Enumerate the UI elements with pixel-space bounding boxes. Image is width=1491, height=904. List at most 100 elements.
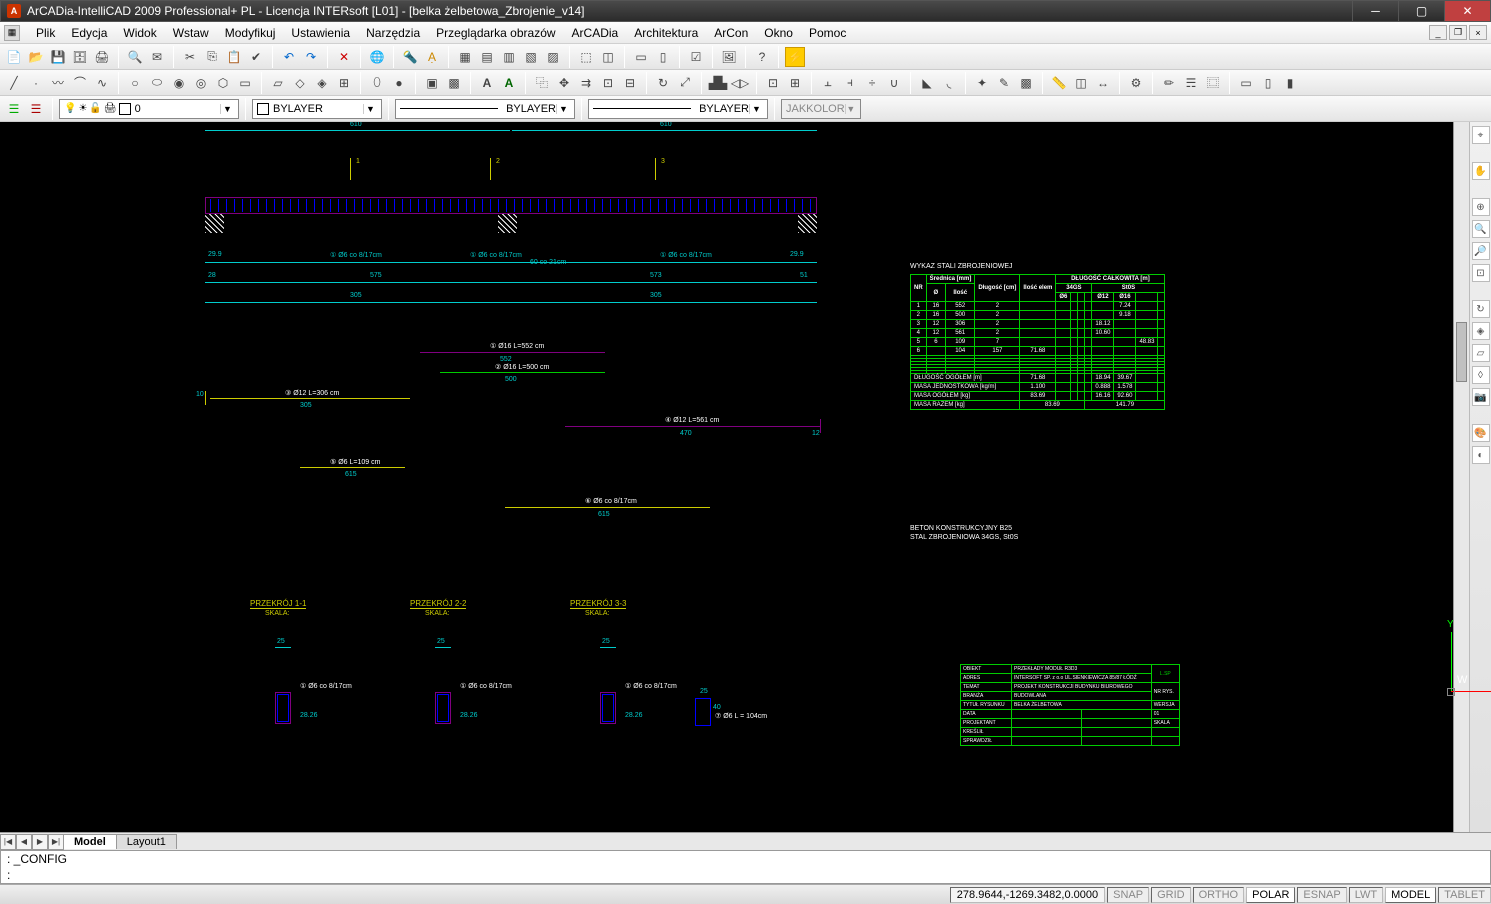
misc1-icon[interactable]: ⚙ xyxy=(1126,73,1146,93)
layer-mgr-icon[interactable]: ☰ xyxy=(4,99,24,119)
tab-first[interactable]: |◀ xyxy=(0,834,16,850)
dropdown-arrow-icon[interactable]: ▼ xyxy=(749,104,763,114)
match-icon[interactable]: ✔ xyxy=(246,47,266,67)
grid2-icon[interactable]: ▤ xyxy=(477,47,497,67)
dist-icon[interactable]: ↔ xyxy=(1093,73,1113,93)
tab-model[interactable]: Model xyxy=(63,834,117,849)
tab-layout1[interactable]: Layout1 xyxy=(116,834,177,849)
view1-icon[interactable]: ⬚ xyxy=(576,47,596,67)
find-icon[interactable]: 🔦 xyxy=(400,47,420,67)
toggle-snap[interactable]: SNAP xyxy=(1107,887,1149,903)
explode-icon[interactable]: ✦ xyxy=(972,73,992,93)
cmd-input[interactable]: : xyxy=(1,867,1490,883)
layer-l-icon[interactable]: ▮ xyxy=(1280,73,1300,93)
copy-icon[interactable]: ⎘ xyxy=(202,47,222,67)
extend-icon[interactable]: ⫞ xyxy=(840,73,860,93)
menu-edycja[interactable]: Edycja xyxy=(63,24,115,42)
mtext-icon[interactable]: A xyxy=(499,73,519,93)
menu-widok[interactable]: Widok xyxy=(115,24,164,42)
mirror2-icon[interactable]: ◁▷ xyxy=(730,73,750,93)
system-menu-icon[interactable]: ▦ xyxy=(4,25,20,41)
menu-ustawienia[interactable]: Ustawienia xyxy=(283,24,358,42)
menu-pomoc[interactable]: Pomoc xyxy=(801,24,854,42)
point-icon[interactable]: · xyxy=(26,73,46,93)
preview-icon[interactable]: 🔍 xyxy=(125,47,145,67)
linetype-selector[interactable]: BYLAYER ▼ xyxy=(395,99,575,119)
donut-icon[interactable]: ◉ xyxy=(169,73,189,93)
saveall-icon[interactable]: 🗄 xyxy=(70,47,90,67)
trim-icon[interactable]: ⫠ xyxy=(818,73,838,93)
undo-icon[interactable]: ↶ xyxy=(279,47,299,67)
new-icon[interactable]: 📄 xyxy=(4,47,24,67)
props-icon[interactable]: ☴ xyxy=(1181,73,1201,93)
tab-last[interactable]: ▶| xyxy=(48,834,64,850)
pen-icon[interactable]: ✏ xyxy=(1159,73,1179,93)
cut-icon[interactable]: ✂ xyxy=(180,47,200,67)
check-icon[interactable]: ☑ xyxy=(686,47,706,67)
world-icon[interactable]: 🌐 xyxy=(367,47,387,67)
join-icon[interactable]: ∪ xyxy=(884,73,904,93)
menu-arcon[interactable]: ArCon xyxy=(706,24,756,42)
layer-f-icon[interactable]: ▯ xyxy=(1258,73,1278,93)
grid-icon[interactable]: ▦ xyxy=(455,47,475,67)
tab-next[interactable]: ▶ xyxy=(32,834,48,850)
menu-architektura[interactable]: Architektura xyxy=(626,24,706,42)
move-icon[interactable]: ✥ xyxy=(554,73,574,93)
dropdown-arrow-icon[interactable]: ▼ xyxy=(363,104,377,114)
planview-icon[interactable]: ▱ xyxy=(1472,344,1490,362)
toggle-lwt[interactable]: LWT xyxy=(1349,887,1383,903)
grid4-icon[interactable]: ▧ xyxy=(521,47,541,67)
toggle-polar[interactable]: POLAR xyxy=(1246,887,1295,903)
view2-icon[interactable]: ◫ xyxy=(598,47,618,67)
toggle-model[interactable]: MODEL xyxy=(1385,887,1436,903)
color-selector[interactable]: BYLAYER ▼ xyxy=(252,99,382,119)
zoom-ext-icon[interactable]: ⊕ xyxy=(1472,198,1490,216)
offset-icon[interactable]: ⇉ xyxy=(576,73,596,93)
toggle-esnap[interactable]: ESNAP xyxy=(1297,887,1346,903)
toggle-grid[interactable]: GRID xyxy=(1151,887,1191,903)
snap1-icon[interactable]: ⊡ xyxy=(763,73,783,93)
spline-icon[interactable]: ∿ xyxy=(92,73,112,93)
pan-icon[interactable]: ✋ xyxy=(1472,162,1490,180)
menu-plik[interactable]: Plik xyxy=(28,24,63,42)
layer-t-icon[interactable]: ▭ xyxy=(1236,73,1256,93)
layer-selector[interactable]: 💡 ☀ 🔓 🖨 0 ▼ xyxy=(59,99,239,119)
window2-icon[interactable]: ▯ xyxy=(653,47,673,67)
3dview-icon[interactable]: ◈ xyxy=(1472,322,1490,340)
mail-icon[interactable]: ✉ xyxy=(147,47,167,67)
menu-modyfikuj[interactable]: Modyfikuj xyxy=(217,24,284,42)
open-icon[interactable]: 📂 xyxy=(26,47,46,67)
dropdown-arrow-icon[interactable]: ▼ xyxy=(220,104,234,114)
block-icon[interactable]: ▣ xyxy=(422,73,442,93)
zoom-win-icon[interactable]: 🔍 xyxy=(1472,220,1490,238)
line-icon[interactable]: ╱ xyxy=(4,73,24,93)
ring-icon[interactable]: ◎ xyxy=(191,73,211,93)
grid5-icon[interactable]: ▨ xyxy=(543,47,563,67)
tab-prev[interactable]: ◀ xyxy=(16,834,32,850)
zoom-prev-icon[interactable]: 🔎 xyxy=(1472,242,1490,260)
selsim-icon[interactable]: ⿴ xyxy=(1203,73,1223,93)
help-icon[interactable]: ? xyxy=(752,47,772,67)
dropdown-arrow-icon[interactable]: ▼ xyxy=(556,104,570,114)
zoom-all-icon[interactable]: ⊡ xyxy=(1472,264,1490,282)
rotate-icon[interactable]: ↻ xyxy=(653,73,673,93)
text-icon[interactable]: A xyxy=(477,73,497,93)
array-icon[interactable]: ⊡ xyxy=(598,73,618,93)
menu-przegladarka[interactable]: Przeglądarka obrazów xyxy=(428,24,563,42)
paste-icon[interactable]: 📋 xyxy=(224,47,244,67)
menu-arcadia[interactable]: ArCADia xyxy=(564,24,627,42)
copy-obj-icon[interactable]: ⿻ xyxy=(532,73,552,93)
isoview-icon[interactable]: ◊ xyxy=(1472,366,1490,384)
fillet-icon[interactable]: ◟ xyxy=(939,73,959,93)
scrollbar[interactable] xyxy=(1453,122,1469,832)
pline-icon[interactable]: 〰 xyxy=(48,73,68,93)
layer-prev-icon[interactable]: ☰ xyxy=(26,99,46,119)
arcadia-icon[interactable]: ⚡ xyxy=(785,47,805,67)
image-icon[interactable]: 🖼 xyxy=(719,47,739,67)
render-icon[interactable]: 🎨 xyxy=(1472,424,1490,442)
area-icon[interactable]: ◫ xyxy=(1071,73,1091,93)
command-line[interactable]: : _CONFIG : xyxy=(0,850,1491,884)
camera-icon[interactable]: 📷 xyxy=(1472,388,1490,406)
snap2-icon[interactable]: ⊞ xyxy=(785,73,805,93)
toggle-ortho[interactable]: ORTHO xyxy=(1193,887,1245,903)
